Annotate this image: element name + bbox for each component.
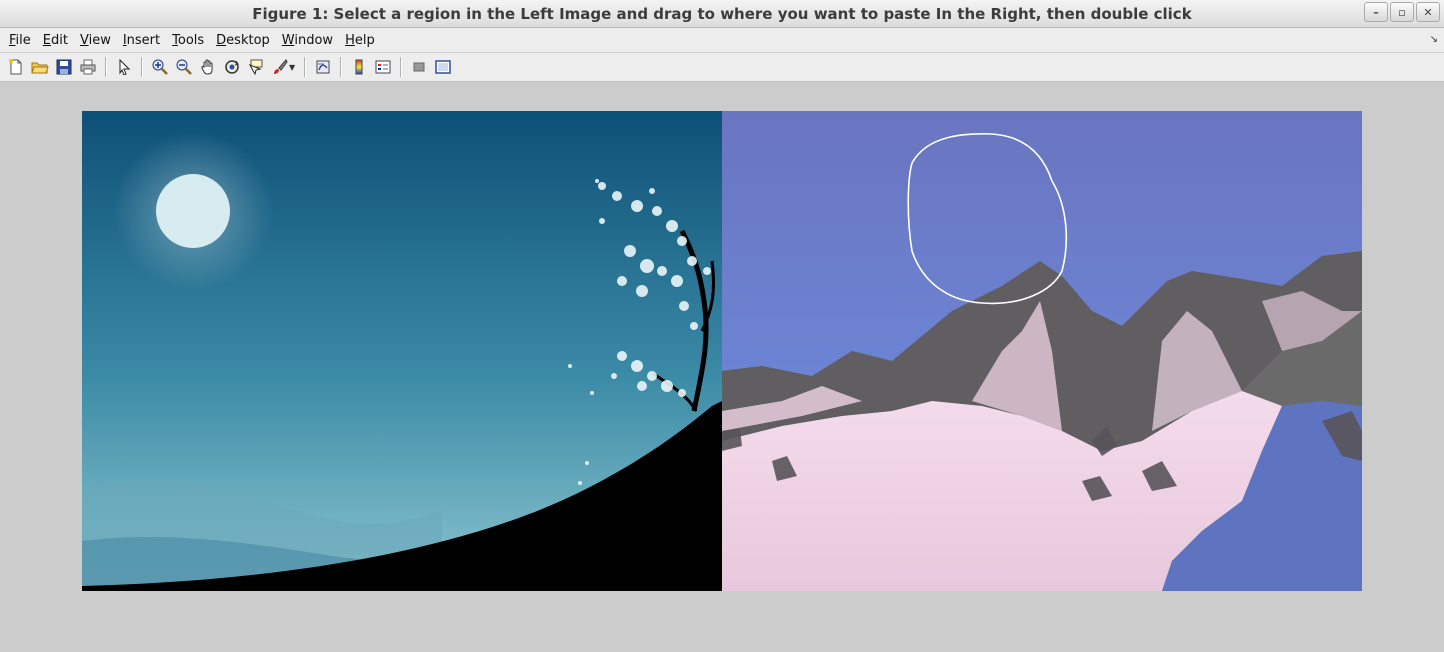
insert-legend-icon[interactable]: [373, 57, 393, 77]
toolbar-separator: [400, 57, 403, 77]
pan-hand-icon[interactable]: [198, 57, 218, 77]
toolbar-separator: [340, 57, 343, 77]
maximize-button[interactable]: ▫: [1390, 2, 1414, 22]
toolbar-separator: [105, 57, 107, 77]
left-image[interactable]: [82, 111, 722, 591]
zoom-out-icon[interactable]: [174, 57, 194, 77]
hide-plot-tools-icon[interactable]: [409, 57, 429, 77]
new-figure-icon[interactable]: [6, 57, 26, 77]
rotate-3d-icon[interactable]: [222, 57, 242, 77]
zoom-in-icon[interactable]: [150, 57, 170, 77]
open-file-icon[interactable]: [30, 57, 50, 77]
brush-dropdown-arrow-icon[interactable]: ▼: [289, 63, 295, 72]
menubar: File Edit View Insert Tools Desktop Wind…: [0, 28, 1444, 53]
menu-tools[interactable]: Tools: [167, 33, 209, 48]
dock-icon[interactable]: ↘: [1430, 34, 1438, 45]
menu-edit[interactable]: Edit: [38, 33, 73, 48]
save-icon[interactable]: [54, 57, 74, 77]
close-button[interactable]: ✕: [1416, 2, 1440, 22]
show-plot-tools-icon[interactable]: [433, 57, 453, 77]
figure-toolbar: ▼: [0, 53, 1444, 82]
figure-canvas[interactable]: [0, 82, 1444, 652]
menu-window[interactable]: Window: [277, 33, 338, 48]
menu-help[interactable]: Help: [340, 33, 380, 48]
menu-file[interactable]: File: [4, 33, 36, 48]
data-cursor-icon[interactable]: [246, 57, 266, 77]
window-title: Figure 1: Select a region in the Left Im…: [252, 5, 1192, 23]
insert-colorbar-icon[interactable]: [349, 57, 369, 77]
minimize-button[interactable]: –: [1364, 2, 1388, 22]
window-controls: – ▫ ✕: [1364, 2, 1440, 22]
brush-icon[interactable]: [270, 57, 290, 77]
window-titlebar: Figure 1: Select a region in the Left Im…: [0, 0, 1444, 28]
link-plot-icon[interactable]: [313, 57, 333, 77]
menu-insert[interactable]: Insert: [118, 33, 165, 48]
menu-view[interactable]: View: [75, 33, 116, 48]
print-icon[interactable]: [78, 57, 98, 77]
toolbar-separator: [304, 57, 307, 77]
toolbar-separator: [141, 57, 143, 77]
edit-plot-arrow-icon[interactable]: [114, 57, 134, 77]
menu-desktop[interactable]: Desktop: [211, 33, 275, 48]
right-image[interactable]: [722, 111, 1362, 591]
